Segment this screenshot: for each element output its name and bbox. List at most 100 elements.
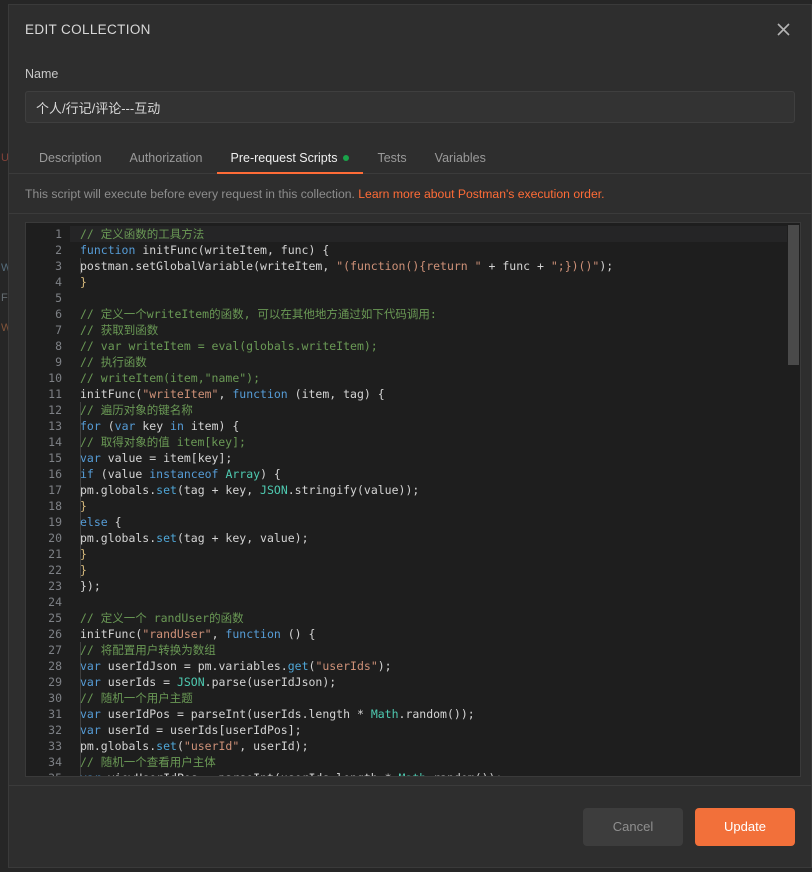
code-token: // 定义一个 randUser的函数 (80, 611, 244, 626)
code-token: { (107, 515, 122, 530)
code-line[interactable]: var userIdPos = parseInt(userIds.length … (80, 706, 800, 723)
tab-variables[interactable]: Variables (421, 152, 500, 174)
code-line[interactable]: // 定义一个 randUser的函数 (80, 610, 800, 626)
line-number: 14 (48, 435, 62, 450)
tab-pre-request-scripts[interactable]: Pre-request Scripts (216, 150, 364, 174)
code-token: set (156, 483, 177, 498)
line-number: 6 (55, 307, 62, 322)
code-line[interactable]: var userIdJson = pm.variables.get("userI… (80, 658, 800, 675)
code-token: (tag + key, value); (176, 531, 309, 546)
code-line[interactable] (80, 594, 800, 610)
code-line[interactable]: // 定义函数的工具方法 (70, 226, 800, 243)
code-token: + func + (481, 259, 551, 274)
code-line[interactable]: var userId = userIds[userIdPos]; (80, 722, 800, 739)
line-number: 5 (55, 291, 62, 306)
code-token: userIdPos = parseInt(userIds.length * (100, 707, 371, 722)
code-line[interactable]: } (80, 562, 800, 579)
code-token: "randUser" (142, 627, 212, 642)
code-line[interactable]: // 随机一个用户主题 (80, 690, 800, 707)
code-token: // 遍历对象的键名称 (80, 403, 193, 418)
tab-authorization[interactable]: Authorization (116, 152, 217, 174)
editor-scrollbar-thumb[interactable] (788, 225, 799, 366)
code-token: ( (176, 739, 184, 754)
code-token: } (80, 499, 87, 514)
code-token: } (80, 563, 87, 578)
code-line[interactable]: initFunc("writeItem", function (item, ta… (80, 386, 800, 402)
cancel-button[interactable]: Cancel (583, 807, 683, 846)
code-token: (tag + key, (176, 483, 261, 498)
learn-more-link[interactable]: Learn more about Postman's execution ord… (358, 187, 604, 201)
code-line[interactable]: // 取得对象的值 item[key]; (80, 434, 800, 451)
editor-vertical-scrollbar[interactable] (787, 223, 800, 776)
code-line[interactable]: function initFunc(writeItem, func) { (80, 242, 800, 258)
code-line[interactable]: // 将配置用户转换为数组 (80, 642, 800, 659)
code-line[interactable] (80, 290, 800, 306)
code-token: "(function(){return " (336, 259, 482, 274)
line-number: 3 (55, 259, 62, 274)
close-icon[interactable] (767, 13, 799, 45)
code-token: ); (377, 659, 392, 674)
line-number: 35 (26, 770, 62, 776)
code-token: ( (100, 419, 115, 434)
code-token: pm.globals. (80, 531, 157, 546)
code-editor[interactable]: 1 2 3 4 5 6 7 8 9 10 11 12 13 14 15 16 17 18 19 20 21 22 23 24 2… (25, 222, 801, 777)
collection-name-input[interactable] (25, 91, 795, 123)
code-line[interactable]: // var writeItem = eval(globals.writeIte… (80, 338, 800, 354)
code-area[interactable]: 1 2 3 4 5 6 7 8 9 10 11 12 13 14 15 16 17 18 19 20 21 22 23 24 2… (26, 223, 800, 776)
update-button[interactable]: Update (695, 807, 795, 846)
line-number: 21 (48, 547, 62, 562)
line-number: 32 (48, 723, 62, 738)
code-line[interactable]: pm.globals.set(tag + key, value); (80, 530, 800, 547)
code-line[interactable]: }); (80, 578, 800, 594)
code-content[interactable]: // 定义函数的工具方法 function initFunc(writeItem,… (70, 223, 800, 776)
code-line[interactable]: pm.globals.set(tag + key, JSON.stringify… (80, 482, 800, 499)
tab-label: Pre-request Scripts (230, 150, 338, 165)
code-token: var (80, 675, 101, 690)
code-line[interactable]: var value = item[key]; (80, 450, 800, 467)
code-token: .stringify(value)); (287, 483, 420, 498)
tab-label: Tests (377, 150, 407, 165)
code-token: in (170, 419, 184, 434)
code-token: "userId" (183, 739, 240, 754)
code-token: , userId); (239, 739, 309, 754)
code-line[interactable]: // 随机一个查看用户主体 (80, 754, 800, 771)
code-token: initFunc(writeItem, func) { (135, 243, 330, 258)
code-token: // 随机一个查看用户主体 (80, 755, 216, 770)
background-text-sliver: F (1, 292, 8, 304)
code-token: // 定义函数的工具方法 (80, 227, 205, 242)
code-line[interactable]: var userIds = JSON.parse(userIdJson); (80, 674, 800, 691)
code-token: postman.setGlobalVariable(writeItem, (80, 259, 337, 274)
code-token: "writeItem" (142, 387, 219, 402)
code-line[interactable]: pm.globals.set("userId", userId); (80, 738, 800, 755)
code-token: userId = userIds[userIdPos]; (100, 723, 302, 738)
code-line[interactable]: // 定义一个writeItem的函数, 可以在其他地方通过如下代码调用: (80, 306, 800, 322)
code-line[interactable]: // 遍历对象的键名称 (80, 402, 800, 419)
edit-collection-modal: EDIT COLLECTION Name Description Authoriz… (8, 4, 812, 868)
code-token: var (114, 419, 136, 434)
code-token: set (156, 531, 177, 546)
code-line[interactable]: postman.setGlobalVariable(writeItem, "(f… (80, 258, 800, 275)
page-title: EDIT COLLECTION (25, 21, 151, 37)
line-number: 22 (48, 563, 62, 578)
code-token: .random()); (426, 771, 502, 776)
code-line[interactable]: } (80, 274, 800, 290)
code-line[interactable]: if (value instanceof Array) { (80, 466, 800, 483)
tab-tests[interactable]: Tests (363, 152, 420, 174)
line-number: 7 (55, 323, 62, 338)
code-line[interactable]: else { (80, 514, 800, 531)
line-number: 24 (48, 595, 62, 610)
code-line[interactable]: } (80, 498, 800, 515)
tab-modified-dot-icon (343, 155, 350, 162)
line-number: 30 (48, 691, 62, 706)
code-line[interactable]: } (80, 546, 800, 563)
code-line[interactable]: var viewUserIdPos = parseInt(userIds.len… (80, 770, 800, 776)
code-line[interactable]: // 执行函数 (80, 354, 800, 370)
tab-description[interactable]: Description (25, 152, 116, 174)
line-number: 2 (55, 243, 62, 258)
line-number: 12 (48, 403, 62, 418)
code-line[interactable]: initFunc("randUser", function () { (80, 626, 800, 642)
code-line[interactable]: // writeItem(item,"name"); (80, 370, 800, 386)
code-line[interactable]: for (var key in item) { (80, 418, 800, 435)
code-line[interactable]: // 获取到函数 (80, 322, 800, 338)
code-token: ) { (260, 467, 281, 482)
